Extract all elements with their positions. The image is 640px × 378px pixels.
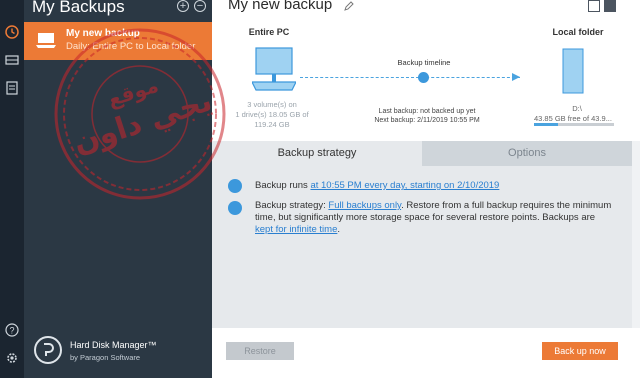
icon-rail: ? — [0, 0, 24, 378]
timeline-line — [300, 77, 520, 78]
timeline-label: Backup timeline — [397, 58, 451, 67]
backup-list-item-selected[interactable]: My new backup Daily: Entire PC to Local … — [24, 22, 212, 60]
source-title: Entire PC — [248, 27, 290, 37]
strategy-description: Backup strategy: Full backups only. Rest… — [255, 200, 612, 235]
settings-icon[interactable] — [4, 350, 20, 366]
schedule-text: Backup runs at 10:55 PM every day, start… — [255, 180, 500, 191]
destination-free-space: 43.85 GB free of 43.9... — [534, 114, 612, 123]
strategy-cycle-icon — [228, 201, 242, 215]
product-name: Hard Disk Manager™ — [70, 340, 157, 350]
scrollbar[interactable] — [632, 141, 640, 328]
document-icon[interactable] — [4, 80, 20, 96]
timeline-clock-icon — [418, 72, 429, 83]
schedule-link[interactable]: at 10:55 PM every day, starting on 2/10/… — [310, 180, 499, 191]
source-info: 3 volume(s) on 1 drive(s) 18.05 GB of 11… — [235, 100, 309, 129]
backup-item-schedule: Daily: Entire PC to Local folder — [66, 41, 196, 52]
remove-backup-icon[interactable]: − — [194, 0, 206, 12]
clock-icon[interactable] — [4, 24, 20, 40]
list-view-icon[interactable] — [604, 0, 616, 12]
edit-icon[interactable] — [344, 1, 354, 11]
help-icon[interactable]: ? — [4, 322, 20, 338]
pc-source-icon[interactable] — [252, 44, 296, 96]
backups-sidebar: My Backups + − My new backup Daily: Enti… — [24, 0, 212, 378]
tab-options[interactable]: Options — [422, 141, 632, 166]
computer-icon — [36, 33, 56, 48]
page-title: My new backup — [228, 0, 333, 13]
back-up-now-button[interactable]: Back up now — [542, 342, 618, 360]
main-panel: My new backup Entire PC 3 volume(s) on 1… — [212, 0, 640, 378]
destination-path: D:\ — [572, 104, 582, 113]
restore-button[interactable]: Restore — [226, 342, 294, 360]
backup-item-name: My new backup — [66, 28, 140, 39]
tab-backup-strategy[interactable]: Backup strategy — [212, 141, 422, 166]
last-backup-text: Last backup: not backed up yet — [378, 108, 476, 115]
drive-icon[interactable] — [4, 52, 20, 68]
product-vendor: by Paragon Software — [70, 353, 141, 362]
sidebar-title: My Backups — [32, 0, 125, 16]
strategy-link[interactable]: Full backups only — [328, 200, 401, 211]
action-bar: Restore Back up now — [212, 328, 640, 378]
retention-link[interactable]: kept for infinite time — [255, 224, 337, 235]
strategy-panel: Backup runs at 10:55 PM every day, start… — [212, 166, 632, 328]
tiles-view-icon[interactable] — [588, 0, 600, 12]
schedule-clock-icon — [228, 179, 242, 193]
timeline-arrow — [512, 73, 520, 81]
paragon-logo-icon — [34, 336, 62, 364]
destination-title: Local folder — [552, 27, 604, 37]
folder-destination-icon[interactable] — [562, 48, 584, 94]
destination-usage-bar — [534, 123, 614, 126]
add-backup-icon[interactable]: + — [177, 0, 189, 12]
svg-text:?: ? — [9, 326, 14, 336]
product-branding: Hard Disk Manager™ by Paragon Software — [24, 328, 212, 378]
next-backup-text: Next backup: 2/11/2019 10:55 PM — [374, 117, 480, 124]
